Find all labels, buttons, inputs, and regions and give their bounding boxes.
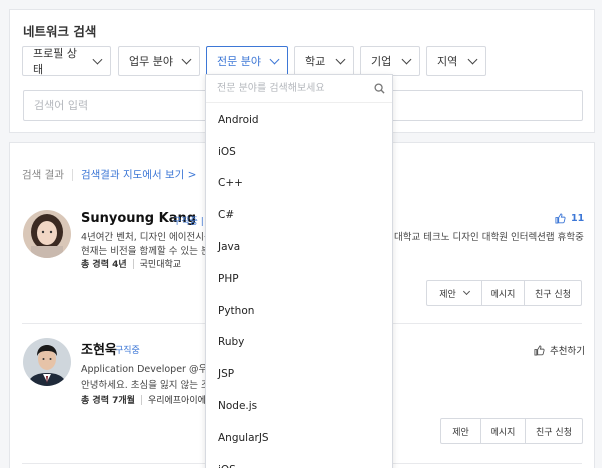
thumbs-up-icon bbox=[555, 213, 566, 224]
message-button[interactable]: 메시지 bbox=[482, 281, 525, 305]
divider bbox=[71, 168, 73, 181]
avatar[interactable] bbox=[23, 210, 71, 258]
filter-label: 학교 bbox=[305, 55, 326, 68]
specialty-option-cpp[interactable]: C++ bbox=[206, 168, 392, 200]
chevron-down-icon bbox=[269, 54, 280, 64]
results-header: 검색 결과 검색결과 지도에서 보기 > bbox=[22, 167, 196, 182]
results-label: 검색 결과 bbox=[22, 169, 64, 181]
profile-meta: 총 경력 4년 국민대학교 bbox=[81, 257, 181, 270]
specialty-option-nodejs[interactable]: Node.js bbox=[206, 390, 392, 422]
recommend-button[interactable]: 추천하기 bbox=[534, 343, 585, 357]
page-title: 네트워크 검색 bbox=[23, 24, 97, 39]
propose-button[interactable]: 제안 bbox=[427, 281, 482, 305]
filter-school[interactable]: 학교 bbox=[294, 46, 354, 76]
specialty-option-python[interactable]: Python bbox=[206, 295, 392, 327]
chevron-down-icon bbox=[401, 54, 412, 64]
specialty-option-php[interactable]: PHP bbox=[206, 263, 392, 295]
friend-request-button[interactable]: 친구 신청 bbox=[526, 419, 582, 443]
profile-actions: 제안 메시지 친구 신청 bbox=[426, 280, 582, 306]
school: 국민대학교 bbox=[139, 260, 182, 270]
chevron-down-icon bbox=[462, 287, 470, 296]
profile-headline: Application Developer @우리에프 bbox=[81, 364, 206, 375]
profile-actions: 제안 메시지 친구 신청 bbox=[440, 418, 583, 444]
specialty-list: Android iOS C++ C# Java PHP Python Ruby … bbox=[206, 104, 392, 468]
button-label: 제안 bbox=[439, 289, 456, 300]
specialty-option-android[interactable]: Android bbox=[206, 104, 392, 136]
avatar[interactable] bbox=[23, 338, 71, 386]
search-icon bbox=[374, 83, 385, 94]
filter-region[interactable]: 지역 bbox=[426, 46, 486, 76]
specialty-dropdown: Android iOS C++ C# Java PHP Python Ruby … bbox=[205, 74, 393, 468]
experience: 총 경력 4년 bbox=[81, 260, 127, 270]
filter-label: 전문 분야 bbox=[217, 55, 261, 68]
recommend-label: 추천하기 bbox=[550, 346, 585, 357]
thumbs-up-icon bbox=[534, 344, 545, 356]
filter-specialty[interactable]: 전문 분야 bbox=[206, 46, 288, 76]
chevron-down-icon bbox=[335, 54, 346, 64]
status-badge: 구직중 bbox=[115, 346, 140, 356]
filter-label: 기업 bbox=[371, 55, 392, 68]
specialty-search-input[interactable] bbox=[206, 75, 392, 103]
profile-summary-cont: 대학교 테크노 디자인 대학원 인터렉션랩 휴학중이며, bbox=[394, 232, 584, 243]
profile-summary: 4년여간 벤처, 디자인 에이전시를 거 bbox=[81, 232, 206, 243]
specialty-option-java[interactable]: Java bbox=[206, 231, 392, 263]
filter-label: 업무 분야 bbox=[129, 55, 173, 68]
specialty-option-ios[interactable]: iOS bbox=[206, 136, 392, 168]
like-count: 11 bbox=[571, 213, 585, 224]
profile-summary-line2: 현재는 비전을 함께할 수 있는 분들을 bbox=[81, 246, 206, 257]
propose-button[interactable]: 제안 bbox=[441, 419, 481, 443]
map-view-link[interactable]: 검색결과 지도에서 보기 > bbox=[81, 167, 196, 182]
filter-company[interactable]: 기업 bbox=[360, 46, 420, 76]
filter-job-field[interactable]: 업무 분야 bbox=[118, 46, 200, 76]
divider bbox=[140, 394, 142, 405]
filter-label: 지역 bbox=[437, 55, 458, 68]
like-button[interactable]: 11 bbox=[555, 213, 584, 224]
specialty-option-angularjs[interactable]: AngularJS bbox=[206, 422, 392, 454]
experience: 총 경력 7개월 bbox=[81, 396, 135, 406]
filter-profile-status[interactable]: 프로필 상태 bbox=[22, 46, 111, 76]
chevron-down-icon bbox=[181, 54, 192, 64]
specialty-option-jsp[interactable]: JSP bbox=[206, 358, 392, 390]
specialty-option-ios-2[interactable]: iOS bbox=[206, 454, 392, 468]
chevron-down-icon bbox=[467, 54, 478, 64]
specialty-option-csharp[interactable]: C# bbox=[206, 199, 392, 231]
chevron-down-icon bbox=[92, 54, 103, 64]
filter-label: 프로필 상태 bbox=[33, 47, 77, 76]
friend-request-button[interactable]: 친구 신청 bbox=[525, 281, 581, 305]
profile-summary: 안녕하세요. 초심을 잃지 않는 조현욱 bbox=[81, 380, 206, 391]
divider bbox=[132, 258, 134, 269]
message-button[interactable]: 메시지 bbox=[481, 419, 526, 443]
profile-name[interactable]: 조현욱 bbox=[81, 339, 117, 358]
profile-meta: 총 경력 7개월 우리에프아이에스 bbox=[81, 393, 214, 406]
specialty-option-ruby[interactable]: Ruby bbox=[206, 327, 392, 359]
